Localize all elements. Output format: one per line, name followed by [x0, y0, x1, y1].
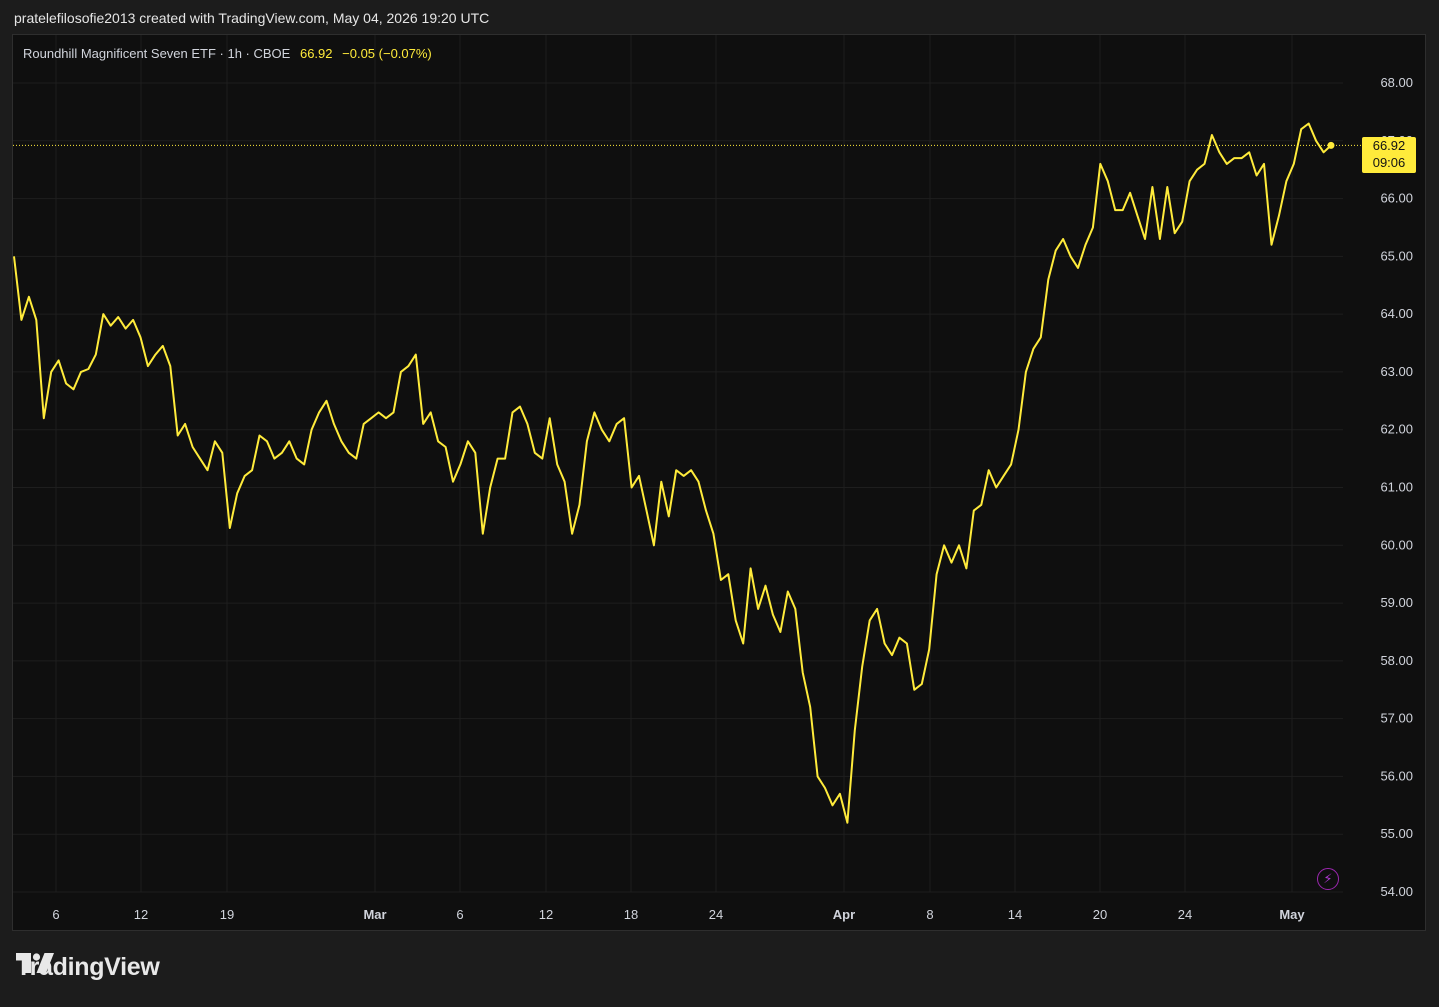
x-tick-label: 6: [456, 907, 463, 922]
last-price-value: 66.92: [1372, 138, 1406, 153]
x-tick-label: Apr: [833, 907, 855, 922]
x-tick-label: 20: [1093, 907, 1107, 922]
price-series-line: [13, 122, 1332, 824]
symbol-legend: Roundhill Magnificent Seven ETF · 1h · C…: [23, 46, 432, 61]
last-price-label: 66.92 09:06: [1362, 137, 1416, 173]
y-tick-label: 56.00: [1380, 768, 1413, 783]
x-tick-label: 14: [1008, 907, 1022, 922]
x-tick-label: May: [1279, 907, 1305, 922]
x-tick-label: 18: [624, 907, 638, 922]
y-tick-label: 59.00: [1380, 595, 1413, 610]
y-tick-label: 57.00: [1380, 711, 1413, 726]
x-tick-label: 19: [220, 907, 234, 922]
x-tick-label: 12: [539, 907, 553, 922]
tradingview-logo-icon: [16, 953, 54, 973]
x-tick-label: 24: [1178, 907, 1192, 922]
y-tick-label: 68.00: [1380, 75, 1413, 90]
legend-price: 66.92: [299, 46, 333, 61]
x-tick-label: Mar: [363, 907, 386, 922]
legend-symbol: Roundhill Magnificent Seven ETF · 1h · C…: [23, 46, 291, 61]
x-tick-label: 6: [52, 907, 59, 922]
y-tick-label: 62.00: [1380, 422, 1413, 437]
y-tick-label: 61.00: [1380, 480, 1413, 495]
x-tick-label: 12: [134, 907, 148, 922]
lightning-bolt-icon[interactable]: ⚡: [1317, 868, 1339, 890]
y-tick-label: 63.00: [1380, 364, 1413, 379]
legend-change: −0.05 (−0.07%): [342, 46, 432, 61]
y-tick-label: 55.00: [1380, 826, 1413, 841]
x-tick-label: 24: [709, 907, 723, 922]
tradingview-logo[interactable]: TradingView: [16, 953, 160, 982]
price-chart[interactable]: 68.0067.0066.0065.0064.0063.0062.0061.00…: [13, 35, 1426, 931]
chart-area[interactable]: 68.0067.0066.0065.0064.0063.0062.0061.00…: [12, 34, 1426, 931]
y-tick-label: 64.00: [1380, 306, 1413, 321]
x-tick-label: 8: [926, 907, 933, 922]
y-tick-label: 60.00: [1380, 537, 1413, 552]
attribution-text: pratelefilosofie2013 created with Tradin…: [14, 10, 490, 26]
y-tick-label: 66.00: [1380, 191, 1413, 206]
bar-countdown: 09:06: [1372, 155, 1406, 170]
y-tick-label: 58.00: [1380, 653, 1413, 668]
last-price-marker: [1327, 141, 1335, 149]
y-tick-label: 54.00: [1380, 884, 1413, 899]
y-tick-label: 65.00: [1380, 248, 1413, 263]
